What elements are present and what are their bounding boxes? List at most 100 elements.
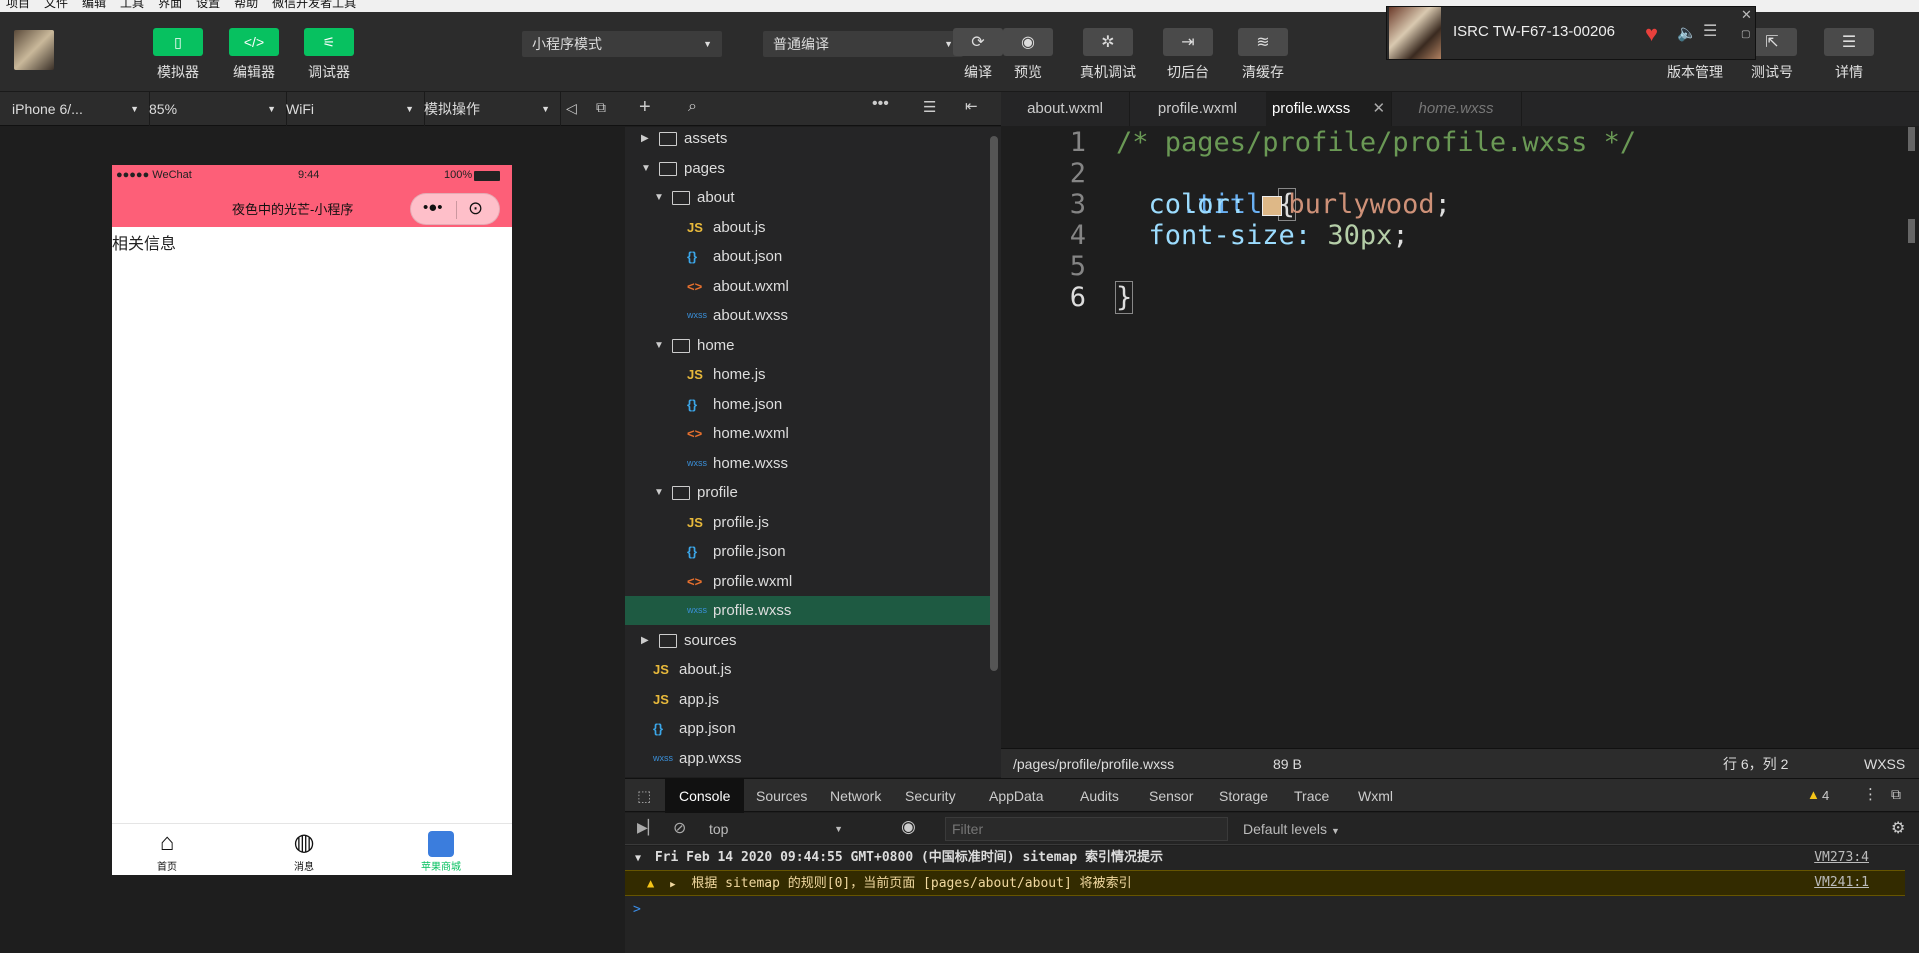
heart-icon[interactable]: ♥ xyxy=(1645,21,1658,47)
log-group-header[interactable]: ▼ Fri Feb 14 2020 09:44:55 GMT+0800 (中国标… xyxy=(625,846,1905,870)
tree-file[interactable]: wxss app.wxss xyxy=(625,744,990,773)
source-link[interactable]: VM241:1 xyxy=(1814,871,1869,895)
compile-mode-select[interactable]: 普通编译 ▼ xyxy=(763,31,963,57)
sidebar-toggle-icon[interactable]: ⇤ xyxy=(965,97,978,115)
search-icon[interactable]: ⌕ xyxy=(688,98,697,116)
mode-select[interactable]: 小程序模式 ▼ xyxy=(522,31,722,57)
devtools-tab-sensor[interactable]: Sensor xyxy=(1149,779,1193,813)
expand-arrow-icon[interactable]: ▼ xyxy=(635,853,641,864)
collapse-all-icon[interactable]: ☰ xyxy=(923,98,936,116)
tree-folder[interactable]: ▼ profile xyxy=(625,478,990,507)
zoom-select[interactable]: 85% ▼ xyxy=(137,92,287,126)
preview-button[interactable]: ◉ 预览 xyxy=(998,28,1058,82)
more-dots-icon[interactable]: •●• xyxy=(423,199,443,216)
console-prompt[interactable]: > xyxy=(625,898,1913,922)
sidebar-icon[interactable]: ▶▏ xyxy=(637,819,659,836)
menu-item[interactable]: 文件 xyxy=(44,0,68,10)
network-select[interactable]: WiFi ▼ xyxy=(274,92,425,126)
music-notification[interactable]: ISRC TW-F67-13-00206 ♥ 🔈 ☰ ✕ ▢ xyxy=(1386,6,1756,60)
chevron-down-icon[interactable]: ▼ xyxy=(654,478,664,507)
restore-icon[interactable]: ▢ xyxy=(1741,29,1750,40)
warning-count[interactable]: 4 xyxy=(1822,788,1829,803)
editor-tab[interactable]: home.wxss xyxy=(1391,92,1522,126)
close-circle-icon[interactable]: ⊙ xyxy=(468,198,483,219)
editor-scrollbar[interactable] xyxy=(1905,127,1917,527)
devtools-tab-sources[interactable]: Sources xyxy=(756,779,807,813)
editor-tab[interactable]: profile.wxss ✕ xyxy=(1266,92,1392,126)
menu-item[interactable]: 设置 xyxy=(196,0,220,10)
devtools-tab-appdata[interactable]: AppData xyxy=(989,779,1043,813)
inspect-icon[interactable]: ⬚ xyxy=(637,787,651,805)
color-swatch[interactable] xyxy=(1262,195,1283,216)
chevron-down-icon[interactable]: ▼ xyxy=(654,331,664,360)
close-icon[interactable]: ✕ xyxy=(1741,7,1752,23)
tree-file[interactable]: {} profile.json xyxy=(625,537,990,566)
tree-file[interactable]: JS home.js xyxy=(625,360,990,389)
warning-message[interactable]: ▲ ▶ 根据 sitemap 的规则[0]，当前页面 [pages/about/… xyxy=(625,870,1905,896)
app-avatar[interactable] xyxy=(14,30,54,70)
editor-button[interactable]: </> 编辑器 xyxy=(224,28,284,82)
log-levels-select[interactable]: Default levels ▼ xyxy=(1235,817,1340,841)
details-button[interactable]: ☰ 详情 xyxy=(1819,28,1879,82)
tree-file[interactable]: JS profile.js xyxy=(625,508,990,537)
editor-tab[interactable]: about.wxml xyxy=(1001,92,1130,126)
undock-icon[interactable]: ⧉ xyxy=(1891,786,1901,803)
cursor-position[interactable]: 行 6，列 2 xyxy=(1723,749,1788,779)
menu-item[interactable]: 帮助 xyxy=(234,0,258,10)
tree-file[interactable]: wxss profile.wxss xyxy=(625,596,990,625)
add-icon[interactable]: + xyxy=(639,96,651,119)
tree-file[interactable]: wxss about.wxss xyxy=(625,301,990,330)
tree-folder[interactable]: ▶ sources xyxy=(625,626,990,655)
tree-file[interactable]: JS app.js xyxy=(625,685,990,714)
tree-file[interactable]: JS about.js xyxy=(625,213,990,242)
mute-icon[interactable]: ◁ xyxy=(566,100,577,117)
tree-folder[interactable]: ▼ home xyxy=(625,331,990,360)
language-mode[interactable]: WXSS xyxy=(1864,749,1905,779)
source-link[interactable]: VM273:4 xyxy=(1814,846,1869,870)
clear-console-icon[interactable]: ⊘ xyxy=(673,818,686,838)
capsule-button[interactable]: •●• ⊙ xyxy=(410,193,500,225)
editor-tab[interactable]: profile.wxml xyxy=(1129,92,1267,126)
debugger-button[interactable]: ⚟ 调试器 xyxy=(299,28,359,82)
menu-item[interactable]: 编辑 xyxy=(82,0,106,10)
devtools-tab-console[interactable]: Console xyxy=(665,779,745,813)
device-select[interactable]: iPhone 6/... ▼ xyxy=(0,92,150,126)
settings-gear-icon[interactable]: ⚙ xyxy=(1891,818,1905,838)
tree-folder[interactable]: ▼ about xyxy=(625,183,990,212)
operation-select[interactable]: 模拟操作 ▼ xyxy=(412,92,561,126)
devtools-tab-storage[interactable]: Storage xyxy=(1219,779,1268,813)
menu-item[interactable]: 工具 xyxy=(120,0,144,10)
tree-file[interactable]: JS about.js xyxy=(625,655,990,684)
playlist-icon[interactable]: ☰ xyxy=(1703,21,1717,41)
tree-file[interactable]: {} home.json xyxy=(625,390,990,419)
devtools-tab-network[interactable]: Network xyxy=(830,779,881,813)
file-tree-scrollbar[interactable] xyxy=(990,136,998,671)
console-filter-input[interactable] xyxy=(945,817,1228,841)
tree-file[interactable]: wxss home.wxss xyxy=(625,449,990,478)
kebab-menu-icon[interactable]: ⋮ xyxy=(1863,785,1878,803)
menu-item[interactable]: 项目 xyxy=(6,0,30,10)
tree-file[interactable]: {} about.json xyxy=(625,242,990,271)
tree-file[interactable]: {} app.json xyxy=(625,714,990,743)
chevron-right-icon[interactable]: ▶ xyxy=(641,124,649,153)
tab-bar-item[interactable]: 苹果商城 xyxy=(401,828,481,873)
simulator-button[interactable]: ▯ 模拟器 xyxy=(148,28,208,82)
close-tab-icon[interactable]: ✕ xyxy=(1368,100,1385,117)
devtools-tab-wxml[interactable]: Wxml xyxy=(1358,779,1393,813)
tree-file[interactable]: <> home.wxml xyxy=(625,419,990,448)
chevron-down-icon[interactable]: ▼ xyxy=(641,154,651,183)
devtools-tab-security[interactable]: Security xyxy=(905,779,956,813)
code-editor[interactable]: 123456 /* pages/profile/profile.wxss */ … xyxy=(1001,127,1919,747)
devtools-tab-audits[interactable]: Audits xyxy=(1080,779,1119,813)
context-select[interactable]: top ▼ xyxy=(701,817,851,841)
expand-arrow-icon[interactable]: ▶ xyxy=(670,880,675,890)
tab-bar-item[interactable]: ⌂ 首页 xyxy=(127,828,207,873)
tree-file[interactable]: <> about.wxml xyxy=(625,272,990,301)
phone-screen[interactable]: ●●●●● WeChat 9:44 100% 夜色中的光芒-小程序 •●• ⊙ … xyxy=(112,165,512,875)
clear-cache-button[interactable]: ≋ 清缓存 xyxy=(1233,28,1293,82)
tree-file[interactable]: <> profile.wxml xyxy=(625,567,990,596)
tree-folder[interactable]: ▼ pages xyxy=(625,154,990,183)
remote-debug-button[interactable]: ✲ 真机调试 xyxy=(1078,28,1138,82)
tree-folder[interactable]: ▶ assets xyxy=(625,124,990,153)
chevron-right-icon[interactable]: ▶ xyxy=(641,626,649,655)
